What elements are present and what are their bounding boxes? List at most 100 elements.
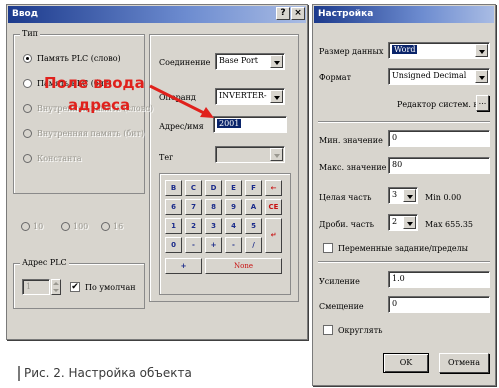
type-radio-2[interactable] [23,104,32,113]
keypad-key-1-1[interactable]: 7 [185,199,202,215]
offset-label: Смещение [319,302,364,311]
help-button[interactable]: ? [276,7,290,20]
keypad-key-0-5[interactable]: ← [265,180,282,196]
chevron-down-icon[interactable] [475,44,488,57]
input-dialog-title: Ввод [12,9,39,19]
format-value: Unsigned Decimal [392,71,467,80]
cancel-button[interactable]: Отмена [439,353,489,373]
variable-limits-checkbox[interactable] [323,243,333,253]
keypad-plus-key[interactable]: + [165,258,202,274]
integer-part-value: 3 [392,190,398,199]
input-dialog-titlebar[interactable]: Ввод [8,6,306,23]
type-radio-label-4: Константа [37,154,82,163]
radix-radio-0[interactable] [21,222,30,231]
radix-radio-2[interactable] [101,222,110,231]
keypad-key-2-0[interactable]: 1 [165,218,182,234]
connection-select[interactable]: Base Port [215,53,285,70]
min-value-input[interactable]: 0 [388,130,490,147]
keypad-key-3-4[interactable]: / [245,237,262,253]
auto-increment-checkbox[interactable]: ✔ [70,282,80,292]
keypad-none-button[interactable]: None [205,258,282,274]
keypad-key-1-5[interactable]: CE [265,199,282,215]
gain-input[interactable]: 1.0 [388,271,490,288]
chevron-down-icon[interactable] [270,90,283,103]
fraction-part-select[interactable]: 2 [388,214,418,231]
chevron-down-icon[interactable] [403,216,416,229]
keypad-key-3-0[interactable]: 0 [165,237,182,253]
keypad-key-3-1[interactable]: - [185,237,202,253]
plc-address-group-title: Адрес PLC [20,258,69,267]
offset-input[interactable]: 0 [388,296,490,313]
keypad-key-3-3[interactable]: - [225,237,242,253]
chevron-down-icon[interactable] [270,55,283,68]
type-radio-1[interactable] [23,79,32,88]
keypad-key-2-4[interactable]: 5 [245,218,262,234]
chevron-down-icon[interactable] [475,70,488,83]
data-size-value: Word [392,45,418,54]
type-radio-4[interactable] [23,154,32,163]
keypad-key-2-3[interactable]: 4 [225,218,242,234]
radix-radio-label-0: 10 [33,222,44,231]
max-value-input[interactable]: 80 [388,157,490,174]
tag-select[interactable] [215,146,285,163]
connection-value: Base Port [219,56,258,65]
min-readout: Min 0.00 [425,193,462,202]
radix-radio-label-1: 100 [73,222,89,231]
max-readout: Max 655.35 [425,220,474,229]
fraction-part-value: 2 [392,217,398,226]
max-value-label: Макс. значение [319,163,387,172]
system-editor-label: Редактор систем. к [397,100,479,109]
keypad-enter-key[interactable]: ↵ [265,218,282,253]
keypad-key-0-4[interactable]: F [245,180,262,196]
radix-radio-label-2: 16 [113,222,124,231]
keypad-key-1-0[interactable]: 6 [165,199,182,215]
annotation-line2: адреса [68,96,131,114]
fraction-part-label: Дроби. часть [319,220,374,229]
chevron-down-icon[interactable] [270,148,283,161]
tag-label: Тег [159,153,174,162]
plc-address-input[interactable]: 1 [22,279,50,295]
keypad-key-0-2[interactable]: D [205,180,222,196]
settings-dialog-title: Настройка [318,9,374,19]
type-radio-label-0: Память PLC (слово) [37,54,121,63]
keypad-key-0-3[interactable]: E [225,180,242,196]
format-select[interactable]: Unsigned Decimal [388,68,490,85]
chevron-down-icon[interactable] [403,189,416,202]
type-radio-3[interactable] [23,129,32,138]
annotation-line1: Поле ввода [44,74,145,92]
close-icon[interactable]: × [291,7,305,20]
round-checkbox[interactable] [323,325,333,335]
connection-label: Соединение [159,58,211,67]
type-radio-0[interactable] [23,54,32,63]
system-editor-button[interactable]: ... [476,95,489,111]
keypad-key-3-2[interactable]: + [205,237,222,253]
figure-caption: Рис. 2. Настройка объекта [18,366,192,381]
round-label: Округлять [338,326,383,335]
address-label: Адрес/имя [159,122,204,131]
variable-limits-label: Переменные задание/пределы [338,244,469,253]
operand-label: Операнд [159,93,196,102]
keypad-key-1-3[interactable]: 9 [225,199,242,215]
keypad-key-2-1[interactable]: 2 [185,218,202,234]
plc-address-spin[interactable] [51,279,61,295]
address-input[interactable]: 2001 [213,116,287,133]
divider [318,261,490,263]
keypad-key-0-1[interactable]: C [185,180,202,196]
ok-button[interactable]: OK [383,353,429,373]
settings-dialog-titlebar[interactable]: Настройка [314,6,494,23]
keypad-key-0-0[interactable]: B [165,180,182,196]
input-dialog: Ввод ? × Тип Адрес PLC 1 ✔ По умолчан Со… [6,4,308,340]
keypad-key-1-2[interactable]: 8 [205,199,222,215]
data-size-select[interactable]: Word [388,42,490,59]
operand-select[interactable]: INVERTER- [215,88,285,105]
divider [318,121,490,123]
operand-value: INVERTER- [219,91,267,100]
format-label: Формат [319,73,351,82]
keypad-key-1-4[interactable]: A [245,199,262,215]
type-radio-label-3: Внутренняя память (бит) [37,129,145,138]
radix-radio-1[interactable] [61,222,70,231]
spin-arrows-icon [53,282,59,292]
settings-dialog: Настройка Размер данных Word Формат Unsi… [312,4,496,386]
integer-part-select[interactable]: 3 [388,187,418,204]
keypad-key-2-2[interactable]: 3 [205,218,222,234]
